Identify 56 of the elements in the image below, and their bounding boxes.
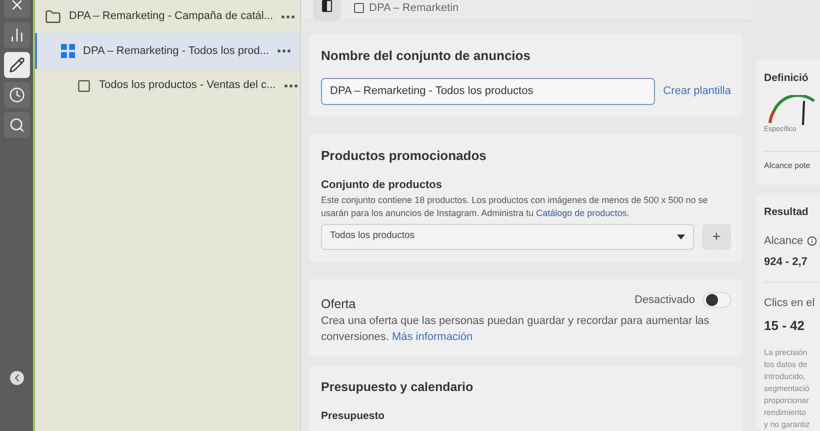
products-description: Este conjunto contiene 18 productos. Los productos con imágenes de menos de 500 x 500 no se usarán para los anuncios de Instagram. Administra tu Catálogo de productos. — [321, 194, 709, 220]
tree-item-label: DPA – Remarketing - Campaña de catál... — [69, 9, 274, 24]
note-text: La precisión — [764, 347, 808, 359]
note-text: y no garantiz — [764, 419, 811, 431]
folder-icon — [45, 8, 61, 24]
more-icon[interactable] — [284, 84, 298, 88]
create-template-link[interactable]: Crear plantilla — [663, 82, 731, 100]
more-icon[interactable] — [281, 14, 296, 18]
card-title: Oferta — [321, 296, 357, 312]
search-icon — [8, 117, 24, 133]
note-text: introducido, — [764, 371, 806, 383]
clicks-value: 15 - 42 — [764, 316, 806, 334]
note-text: rendimiento — [764, 407, 807, 419]
clicks-label: Clics en el — [764, 282, 820, 312]
grid-icon — [61, 44, 75, 58]
note-text: los datos de — [764, 359, 808, 371]
tree-item[interactable]: Todos los productos - Ventas del c... — [35, 69, 300, 102]
note-text: proporcionar — [764, 395, 810, 407]
card-title: Definició — [764, 71, 810, 86]
card-title: Nombre del conjunto de anuncios — [321, 47, 532, 65]
toggle-label: Desactivado — [634, 292, 695, 308]
offer-toggle[interactable] — [703, 292, 731, 308]
reach-value: 924 - 2,7 — [764, 254, 808, 270]
panel-toggle-button[interactable] — [313, 0, 341, 20]
rail-button[interactable] — [4, 82, 30, 108]
card-title: Presupuesto y calendario — [321, 379, 474, 396]
tree-item-label: Todos los productos - Ventas del c... — [99, 78, 276, 94]
pencil-icon — [8, 57, 24, 73]
tree-item[interactable]: DPA – Remarketing - Todos los prod... — [35, 33, 300, 69]
field-label: Conjunto de productos — [321, 178, 443, 193]
reach-label: Alcance — [764, 234, 804, 249]
product-set-select[interactable]: Todos los productos — [321, 224, 694, 250]
more-info-link[interactable]: Más información — [392, 331, 473, 344]
field-label: Presupuesto — [321, 409, 386, 424]
breadcrumb-title: DPA – Remarketin — [369, 1, 459, 16]
potential-reach-label: Alcance pote — [764, 151, 820, 172]
note-text: segmentació — [764, 383, 810, 395]
caret-icon — [677, 234, 685, 240]
panel-icon — [322, 0, 332, 12]
rail-button[interactable] — [4, 52, 30, 78]
info-icon — [807, 236, 818, 246]
tree-item-label: DPA – Remarketing - Todos los prod... — [83, 44, 270, 59]
card-title: Resultad — [764, 205, 810, 220]
tree-item[interactable]: DPA – Remarketing - Campaña de catál... — [35, 0, 300, 33]
bar-chart-icon — [8, 27, 24, 43]
offer-description: Crea una oferta que las personas puedan guardar y recordar para aumentar las conversiones. Más información — [321, 314, 710, 346]
catalog-link[interactable]: Catálogo de productos. — [536, 208, 630, 218]
ad-icon — [77, 78, 91, 92]
add-button[interactable]: + — [702, 224, 731, 250]
ad-icon — [353, 2, 365, 14]
card-title: Productos promocionados — [321, 146, 488, 165]
rail-button[interactable] — [4, 112, 30, 138]
name-input[interactable]: DPA – Remarketing - Todos los productos — [321, 78, 656, 104]
rail-button[interactable] — [4, 22, 30, 48]
more-icon[interactable] — [277, 49, 292, 53]
clock-icon — [8, 87, 24, 103]
